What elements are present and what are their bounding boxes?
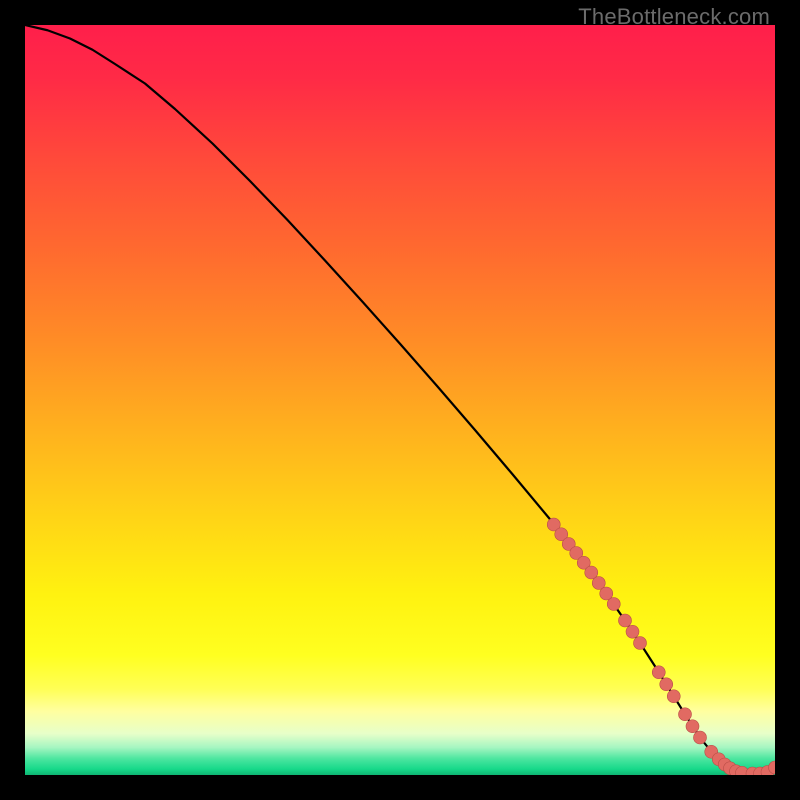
gradient-background <box>25 25 775 775</box>
data-marker <box>679 708 692 721</box>
plot-area <box>25 25 775 775</box>
data-marker <box>652 666 665 679</box>
data-marker <box>694 731 707 744</box>
data-marker <box>607 598 620 611</box>
data-marker <box>619 614 632 627</box>
plot-svg <box>25 25 775 775</box>
data-marker <box>660 678 673 691</box>
data-marker <box>626 625 639 638</box>
data-marker <box>667 690 680 703</box>
data-marker <box>686 720 699 733</box>
data-marker <box>634 637 647 650</box>
chart-stage: TheBottleneck.com <box>0 0 800 800</box>
